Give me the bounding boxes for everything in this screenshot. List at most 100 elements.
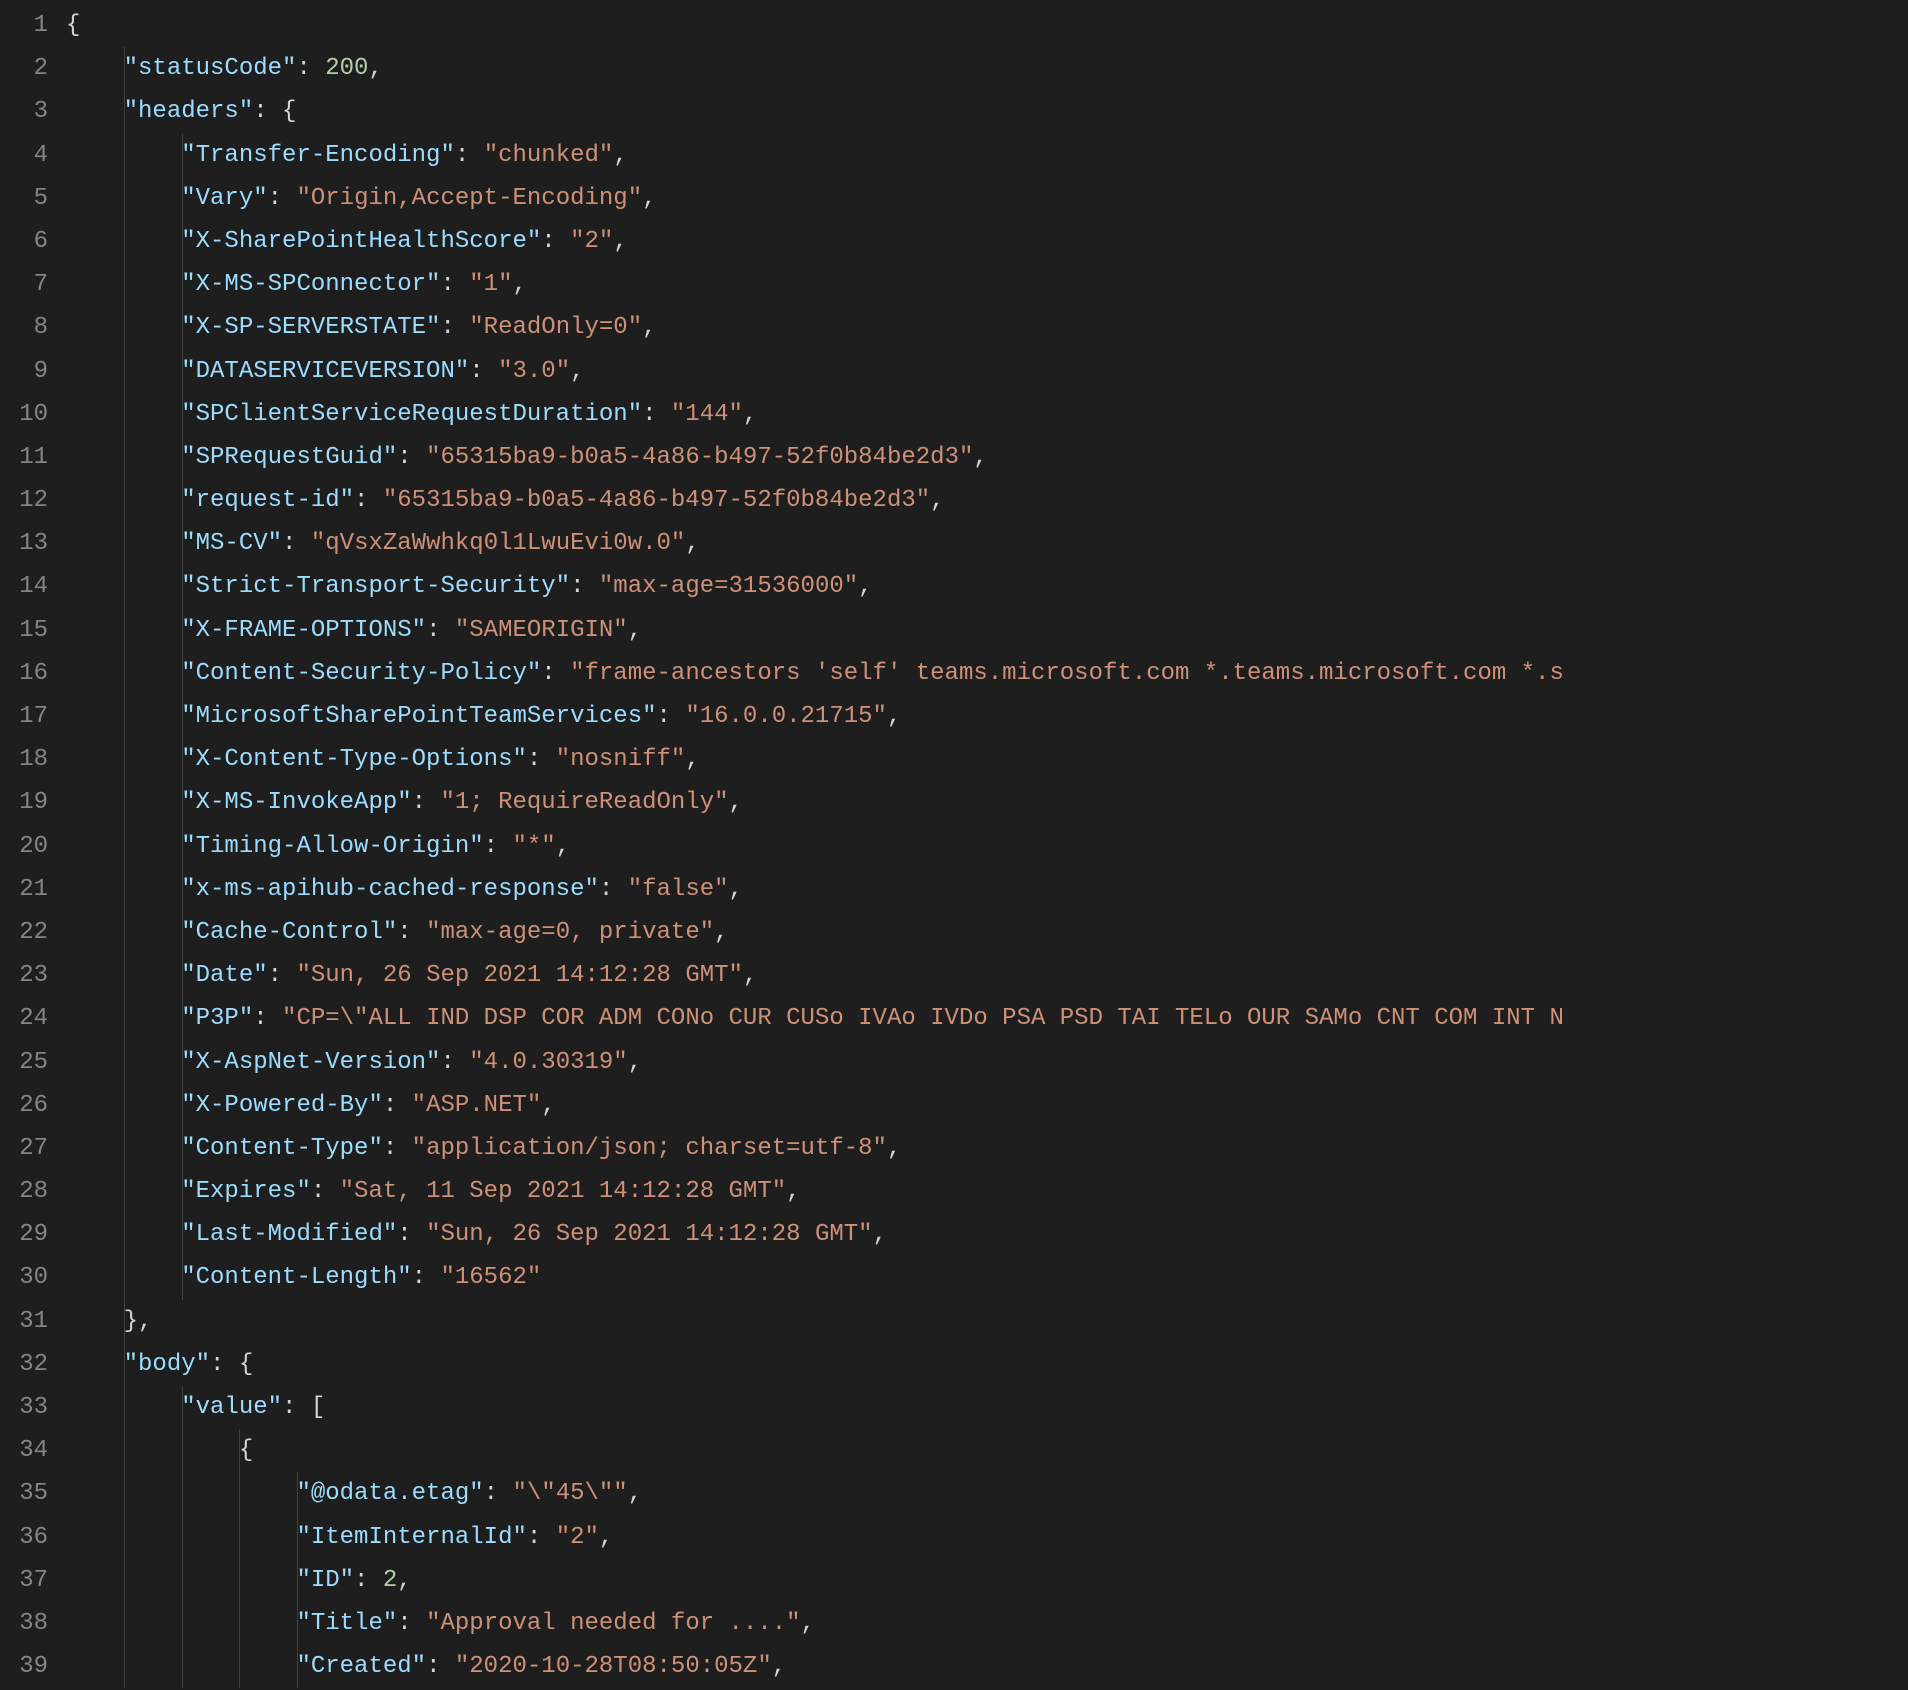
token-str: "ReadOnly=0" — [469, 314, 642, 341]
indent-guide — [124, 134, 125, 177]
token-key: "value" — [181, 1394, 282, 1421]
line-number: 22 — [8, 911, 48, 954]
code-line[interactable]: "MicrosoftSharePointTeamServices": "16.0… — [66, 695, 1908, 738]
token-punct: : — [426, 617, 455, 644]
line-number: 23 — [8, 954, 48, 997]
code-line[interactable]: "Last-Modified": "Sun, 26 Sep 2021 14:12… — [66, 1213, 1908, 1256]
code-line[interactable]: { — [66, 1429, 1908, 1472]
token-key: "Cache-Control" — [181, 919, 397, 946]
indent-guide — [182, 1256, 183, 1299]
code-line[interactable]: "Expires": "Sat, 11 Sep 2021 14:12:28 GM… — [66, 1170, 1908, 1213]
indent-guide — [182, 1472, 183, 1515]
token-brace: { — [239, 1351, 253, 1378]
indent-guide — [124, 1472, 125, 1515]
indent-guide — [124, 479, 125, 522]
indent-guide — [182, 738, 183, 781]
indent-guide — [182, 565, 183, 608]
code-line[interactable]: "Content-Type": "application/json; chars… — [66, 1127, 1908, 1170]
token-key: "Expires" — [181, 1178, 311, 1205]
code-line[interactable]: "Created": "2020-10-28T08:50:05Z", — [66, 1645, 1908, 1688]
code-line[interactable]: "P3P": "CP=\"ALL IND DSP COR ADM CONo CU… — [66, 997, 1908, 1040]
token-key: "statusCode" — [124, 55, 297, 82]
token-punct: : — [642, 401, 671, 428]
indent-guide — [124, 1559, 125, 1602]
line-number: 13 — [8, 522, 48, 565]
code-line[interactable]: "Content-Length": "16562" — [66, 1256, 1908, 1299]
code-line[interactable]: "@odata.etag": "\"45\"", — [66, 1472, 1908, 1515]
code-line[interactable]: "X-SP-SERVERSTATE": "ReadOnly=0", — [66, 306, 1908, 349]
indent-guide — [124, 609, 125, 652]
token-key: "X-MS-InvokeApp" — [181, 789, 411, 816]
indent-guide — [124, 220, 125, 263]
token-str: "max-age=0, private" — [426, 919, 714, 946]
token-key: "x-ms-apihub-cached-response" — [181, 876, 599, 903]
code-line[interactable]: "X-MS-InvokeApp": "1; RequireReadOnly", — [66, 781, 1908, 824]
code-line[interactable]: "Cache-Control": "max-age=0, private", — [66, 911, 1908, 954]
code-line[interactable]: "value": [ — [66, 1386, 1908, 1429]
line-number: 1 — [8, 4, 48, 47]
line-number: 35 — [8, 1472, 48, 1515]
indent-guide — [124, 1084, 125, 1127]
token-punct: : — [484, 1480, 513, 1507]
line-number: 38 — [8, 1602, 48, 1645]
code-line[interactable]: "ItemInternalId": "2", — [66, 1516, 1908, 1559]
code-line[interactable]: "statusCode": 200, — [66, 47, 1908, 90]
code-line[interactable]: "body": { — [66, 1343, 1908, 1386]
token-key: "body" — [124, 1351, 210, 1378]
token-key: "X-MS-SPConnector" — [181, 271, 440, 298]
indent-guide — [124, 1645, 125, 1688]
code-line[interactable]: "SPClientServiceRequestDuration": "144", — [66, 393, 1908, 436]
code-line[interactable]: "X-AspNet-Version": "4.0.30319", — [66, 1041, 1908, 1084]
code-line[interactable]: "X-FRAME-OPTIONS": "SAMEORIGIN", — [66, 609, 1908, 652]
code-line[interactable]: "Content-Security-Policy": "frame-ancest… — [66, 652, 1908, 695]
code-line[interactable]: "Date": "Sun, 26 Sep 2021 14:12:28 GMT", — [66, 954, 1908, 997]
code-line[interactable]: "X-Powered-By": "ASP.NET", — [66, 1084, 1908, 1127]
indent-guide — [182, 350, 183, 393]
code-area[interactable]: { "statusCode": 200, "headers": { "Trans… — [66, 0, 1908, 1690]
code-line[interactable]: }, — [66, 1300, 1908, 1343]
token-brace: [ — [311, 1394, 325, 1421]
token-key: "Created" — [296, 1653, 426, 1680]
code-line[interactable]: "Transfer-Encoding": "chunked", — [66, 134, 1908, 177]
code-line[interactable]: "DATASERVICEVERSION": "3.0", — [66, 350, 1908, 393]
indent-guide — [182, 1602, 183, 1645]
code-line[interactable]: "X-Content-Type-Options": "nosniff", — [66, 738, 1908, 781]
indent — [66, 1437, 239, 1464]
token-punct: : — [657, 703, 686, 730]
token-punct: : — [397, 1610, 426, 1637]
code-line[interactable]: "ID": 2, — [66, 1559, 1908, 1602]
indent — [66, 1308, 124, 1335]
code-line[interactable]: "SPRequestGuid": "65315ba9-b0a5-4a86-b49… — [66, 436, 1908, 479]
code-line[interactable]: { — [66, 4, 1908, 47]
code-line[interactable]: "x-ms-apihub-cached-response": "false", — [66, 868, 1908, 911]
indent-guide — [182, 609, 183, 652]
token-punct: , — [556, 833, 570, 860]
code-line[interactable]: "headers": { — [66, 90, 1908, 133]
code-editor[interactable]: 1234567891011121314151617181920212223242… — [0, 0, 1908, 1690]
line-number: 34 — [8, 1429, 48, 1472]
code-line[interactable]: "request-id": "65315ba9-b0a5-4a86-b497-5… — [66, 479, 1908, 522]
code-line[interactable]: "Vary": "Origin,Accept-Encoding", — [66, 177, 1908, 220]
indent-guide — [124, 565, 125, 608]
token-punct: : — [527, 746, 556, 773]
indent-guide — [124, 1343, 125, 1386]
indent-guide — [182, 954, 183, 997]
token-punct: , — [714, 919, 728, 946]
token-punct: : — [282, 1394, 311, 1421]
token-punct: , — [628, 1049, 642, 1076]
token-punct: : — [282, 530, 311, 557]
indent-guide — [182, 479, 183, 522]
token-key: "ItemInternalId" — [296, 1524, 526, 1551]
line-number: 18 — [8, 738, 48, 781]
code-line[interactable]: "Title": "Approval needed for ....", — [66, 1602, 1908, 1645]
indent-guide — [182, 1516, 183, 1559]
code-line[interactable]: "Timing-Allow-Origin": "*", — [66, 825, 1908, 868]
code-line[interactable]: "Strict-Transport-Security": "max-age=31… — [66, 565, 1908, 608]
line-number: 36 — [8, 1516, 48, 1559]
code-line[interactable]: "X-MS-SPConnector": "1", — [66, 263, 1908, 306]
token-key: "Vary" — [181, 185, 267, 212]
token-str: "4.0.30319" — [469, 1049, 627, 1076]
code-line[interactable]: "MS-CV": "qVsxZaWwhkq0l1LwuEvi0w.0", — [66, 522, 1908, 565]
token-key: "Title" — [296, 1610, 397, 1637]
code-line[interactable]: "X-SharePointHealthScore": "2", — [66, 220, 1908, 263]
